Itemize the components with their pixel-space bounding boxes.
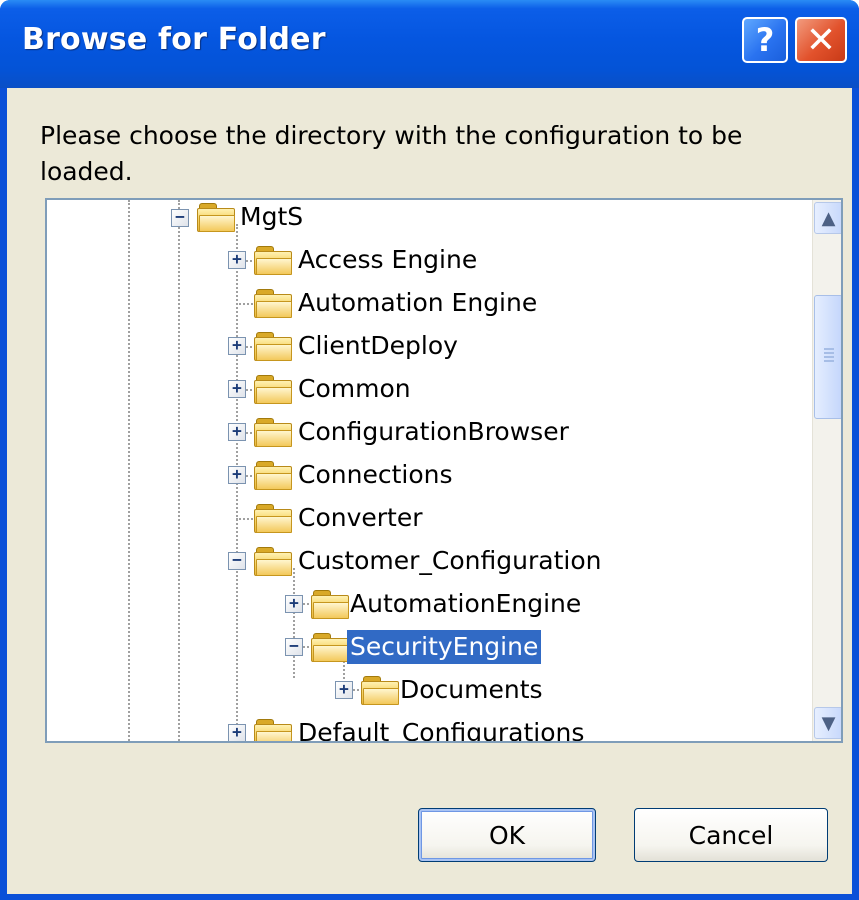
title-bar[interactable]: Browse for Folder ? ✕	[0, 0, 859, 88]
folder-tree[interactable]: − MgtS + Access Engine Automation Engine…	[45, 198, 843, 743]
folder-icon	[254, 289, 292, 318]
tree-node-securityengine[interactable]: SecurityEngine	[347, 630, 542, 664]
collapse-toggle[interactable]: −	[228, 552, 246, 570]
scroll-up-arrow-icon: ▲	[821, 207, 836, 229]
grip-icon	[824, 348, 834, 362]
help-icon: ?	[755, 21, 775, 59]
expand-toggle[interactable]: +	[228, 251, 246, 269]
tree-guide-line	[293, 568, 295, 678]
tree-node-mgts[interactable]: MgtS	[237, 200, 306, 234]
ok-button[interactable]: OK	[418, 808, 596, 862]
close-button[interactable]: ✕	[795, 17, 847, 63]
window-title: Browse for Folder	[22, 22, 326, 57]
instruction-text: Please choose the directory with the con…	[40, 121, 743, 186]
dialog-body: Please choose the directory with the con…	[7, 88, 852, 894]
scroll-up-button[interactable]: ▲	[814, 202, 841, 234]
browse-for-folder-dialog: Browse for Folder ? ✕ Please choose the …	[0, 0, 859, 900]
close-icon: ✕	[805, 19, 837, 61]
cancel-button[interactable]: Cancel	[634, 808, 828, 862]
scroll-thumb[interactable]	[814, 295, 841, 419]
tree-guide-line	[128, 200, 130, 741]
folder-icon	[254, 375, 292, 404]
folder-icon	[254, 504, 292, 533]
tree-guide-line	[178, 200, 180, 741]
tree-node-customer-configuration[interactable]: Customer_Configuration	[295, 544, 604, 578]
tree-node-access-engine[interactable]: Access Engine	[295, 243, 480, 277]
tree-node-converter[interactable]: Converter	[295, 501, 426, 535]
tree-node-automation-engine[interactable]: Automation Engine	[295, 286, 540, 320]
expand-toggle[interactable]: +	[228, 337, 246, 355]
tree-node-connections[interactable]: Connections	[295, 458, 455, 492]
expand-toggle[interactable]: +	[228, 380, 246, 398]
folder-icon	[254, 418, 292, 447]
folder-open-icon	[311, 633, 349, 662]
expand-toggle[interactable]: +	[228, 724, 246, 741]
expand-toggle[interactable]: +	[335, 681, 353, 699]
tree-node-configurationbrowser[interactable]: ConfigurationBrowser	[295, 415, 572, 449]
folder-icon	[254, 332, 292, 361]
expand-toggle[interactable]: +	[228, 466, 246, 484]
help-button[interactable]: ?	[742, 17, 788, 63]
tree-node-clientdeploy[interactable]: ClientDeploy	[295, 329, 461, 363]
scroll-down-arrow-icon: ▼	[821, 712, 836, 734]
folder-icon	[254, 246, 292, 275]
tree-node-automationengine[interactable]: AutomationEngine	[347, 587, 584, 621]
tree-node-documents[interactable]: Documents	[397, 673, 546, 707]
vertical-scrollbar[interactable]: ▲ ▼	[812, 200, 841, 741]
tree-node-default-configurations[interactable]: Default_Configurations	[295, 716, 587, 741]
expand-toggle[interactable]: +	[228, 423, 246, 441]
tree-node-common[interactable]: Common	[295, 372, 414, 406]
folder-icon	[254, 461, 292, 490]
folder-icon	[254, 719, 292, 741]
collapse-toggle[interactable]: −	[285, 638, 303, 656]
folder-icon	[311, 590, 349, 619]
folder-open-icon	[197, 203, 235, 232]
scroll-down-button[interactable]: ▼	[814, 707, 841, 739]
expand-toggle[interactable]: +	[285, 595, 303, 613]
folder-open-icon	[254, 547, 292, 576]
collapse-toggle[interactable]: −	[171, 209, 189, 227]
folder-icon	[361, 676, 399, 705]
